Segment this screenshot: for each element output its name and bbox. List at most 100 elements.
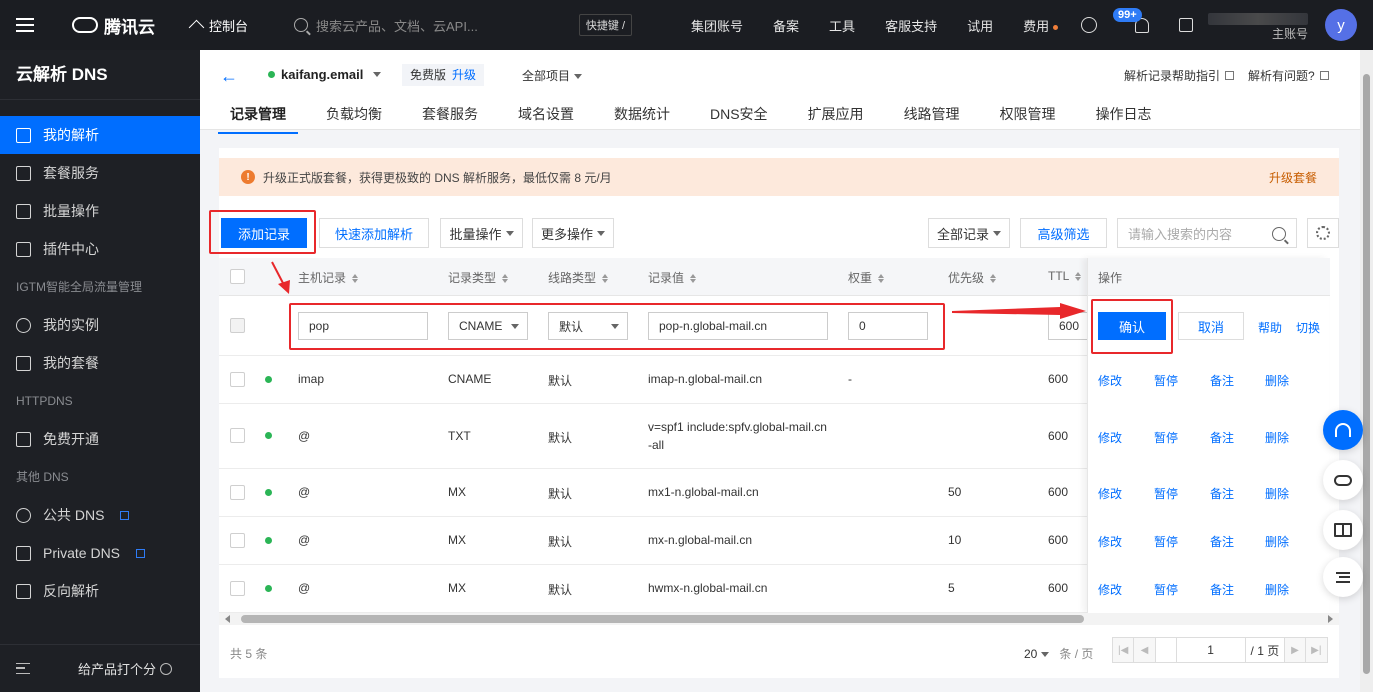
sidebar-item-free-activate[interactable]: 免费开通	[0, 420, 200, 458]
table-settings-button[interactable]	[1307, 218, 1339, 248]
first-page-button[interactable]: |◀	[1113, 638, 1135, 662]
outline-button[interactable]	[1323, 557, 1363, 597]
cloud-assistant-button[interactable]	[1323, 460, 1363, 500]
scrollbar-thumb[interactable]	[1363, 74, 1370, 674]
line-select[interactable]: 默认	[548, 312, 628, 340]
menu-button[interactable]	[0, 0, 50, 50]
rate-product-link[interactable]: 给产品打个分	[78, 659, 173, 678]
col-value[interactable]: 记录值	[648, 269, 697, 286]
support-button[interactable]	[1323, 410, 1363, 450]
upgrade-link[interactable]: 升级	[452, 68, 476, 82]
tab-package[interactable]: 套餐服务	[410, 100, 490, 134]
page-size-selector[interactable]: 20 条 / 页	[1024, 645, 1093, 662]
edit-link[interactable]: 修改	[1098, 429, 1122, 446]
scrollbar-thumb[interactable]	[241, 615, 1084, 623]
host-input[interactable]: pop	[298, 312, 428, 340]
edit-link[interactable]: 修改	[1098, 485, 1122, 502]
docs-button[interactable]	[1323, 510, 1363, 550]
delete-link[interactable]: 删除	[1265, 429, 1289, 446]
edit-link[interactable]: 修改	[1098, 533, 1122, 550]
help-link[interactable]: 帮助	[1258, 319, 1282, 336]
tab-dns-security[interactable]: DNS安全	[698, 100, 780, 134]
col-ttl[interactable]: TTL	[1048, 269, 1082, 283]
delete-link[interactable]: 删除	[1265, 372, 1289, 389]
more-ops-dropdown[interactable]: 更多操作	[532, 218, 614, 248]
help-question-link[interactable]: 解析有问题?	[1248, 67, 1329, 84]
prev-page-button[interactable]: ◀	[1134, 638, 1156, 662]
delete-link[interactable]: 删除	[1265, 485, 1289, 502]
col-host[interactable]: 主机记录	[298, 269, 359, 286]
select-all-checkbox[interactable]	[230, 269, 245, 284]
record-search-input[interactable]: 请输入搜索的内容	[1117, 218, 1297, 248]
upgrade-package-link[interactable]: 升级套餐	[1269, 169, 1317, 186]
value-input[interactable]: pop-n.global-mail.cn	[648, 312, 828, 340]
page-input[interactable]: 1	[1175, 638, 1246, 662]
project-selector[interactable]: 全部项目	[522, 67, 583, 84]
col-line[interactable]: 线路类型	[548, 269, 609, 286]
sidebar-item-public-dns[interactable]: 公共 DNS	[0, 496, 200, 534]
scroll-right-icon[interactable]	[1328, 615, 1333, 623]
sidebar-item-my-package[interactable]: 我的套餐	[0, 344, 200, 382]
last-page-button[interactable]: ▶|	[1305, 638, 1327, 662]
topnav-billing[interactable]: 费用	[1008, 16, 1073, 35]
delete-link[interactable]: 删除	[1265, 533, 1289, 550]
avatar[interactable]: y	[1325, 9, 1357, 41]
cancel-button[interactable]: 取消	[1178, 312, 1244, 340]
col-priority[interactable]: 优先级	[948, 269, 997, 286]
type-select[interactable]: CNAME	[448, 312, 528, 340]
account-name-blurred[interactable]	[1208, 13, 1308, 25]
tab-statistics[interactable]: 数据统计	[602, 100, 682, 134]
row-checkbox[interactable]	[230, 485, 245, 500]
horizontal-scrollbar[interactable]	[219, 613, 1339, 625]
help-guide-link[interactable]: 解析记录帮助指引	[1124, 67, 1235, 84]
pause-link[interactable]: 暂停	[1154, 581, 1178, 598]
ai-assistant-icon[interactable]	[1081, 17, 1098, 33]
topnav-icp[interactable]: 备案	[758, 16, 814, 35]
global-search[interactable]: 搜索云产品、文档、云API... 快捷键 /	[294, 10, 634, 40]
tab-domain-settings[interactable]: 域名设置	[506, 100, 586, 134]
pause-link[interactable]: 暂停	[1154, 429, 1178, 446]
sidebar-item-package[interactable]: 套餐服务	[0, 154, 200, 192]
confirm-button[interactable]: 确认	[1098, 312, 1166, 340]
sidebar-item-plugins[interactable]: 插件中心	[0, 230, 200, 268]
note-link[interactable]: 备注	[1210, 429, 1234, 446]
next-page-button[interactable]: ▶	[1284, 638, 1306, 662]
console-link[interactable]: 控制台	[190, 16, 248, 35]
sidebar-item-my-dns[interactable]: 我的解析	[0, 116, 200, 154]
tab-logs[interactable]: 操作日志	[1084, 100, 1164, 134]
col-type[interactable]: 记录类型	[448, 269, 509, 286]
row-checkbox[interactable]	[230, 581, 245, 596]
edit-link[interactable]: 修改	[1098, 581, 1122, 598]
advanced-filter-button[interactable]: 高级筛选	[1020, 218, 1107, 248]
back-arrow-icon[interactable]: ←	[220, 66, 238, 87]
scroll-left-icon[interactable]	[225, 615, 230, 623]
row-checkbox[interactable]	[230, 372, 245, 387]
pause-link[interactable]: 暂停	[1154, 372, 1178, 389]
topnav-support[interactable]: 客服支持	[870, 16, 952, 35]
row-checkbox[interactable]	[230, 428, 245, 443]
tab-lines[interactable]: 线路管理	[892, 100, 972, 134]
pause-link[interactable]: 暂停	[1154, 485, 1178, 502]
collapse-sidebar-icon[interactable]	[16, 663, 30, 674]
tab-permissions[interactable]: 权限管理	[988, 100, 1068, 134]
col-weight[interactable]: 权重	[848, 269, 885, 286]
sidebar-item-batch[interactable]: 批量操作	[0, 192, 200, 230]
delete-link[interactable]: 删除	[1265, 581, 1289, 598]
record-filter-dropdown[interactable]: 全部记录	[928, 218, 1010, 248]
sidebar-item-private-dns[interactable]: Private DNS	[0, 534, 200, 572]
tab-extensions[interactable]: 扩展应用	[796, 100, 876, 134]
note-link[interactable]: 备注	[1210, 372, 1234, 389]
quick-add-button[interactable]: 快速添加解析	[319, 218, 429, 248]
tab-records[interactable]: 记录管理	[218, 100, 298, 134]
vertical-scrollbar[interactable]	[1360, 50, 1373, 692]
sidebar-item-instances[interactable]: 我的实例	[0, 306, 200, 344]
note-link[interactable]: 备注	[1210, 485, 1234, 502]
batch-ops-dropdown[interactable]: 批量操作	[440, 218, 523, 248]
note-link[interactable]: 备注	[1210, 533, 1234, 550]
note-link[interactable]: 备注	[1210, 581, 1234, 598]
topnav-tools[interactable]: 工具	[814, 16, 870, 35]
weight-input[interactable]: 0	[848, 312, 928, 340]
brand-logo[interactable]: 腾讯云	[72, 13, 162, 38]
switch-link[interactable]: 切换	[1296, 319, 1320, 336]
domain-selector[interactable]: kaifang.email	[268, 67, 382, 82]
